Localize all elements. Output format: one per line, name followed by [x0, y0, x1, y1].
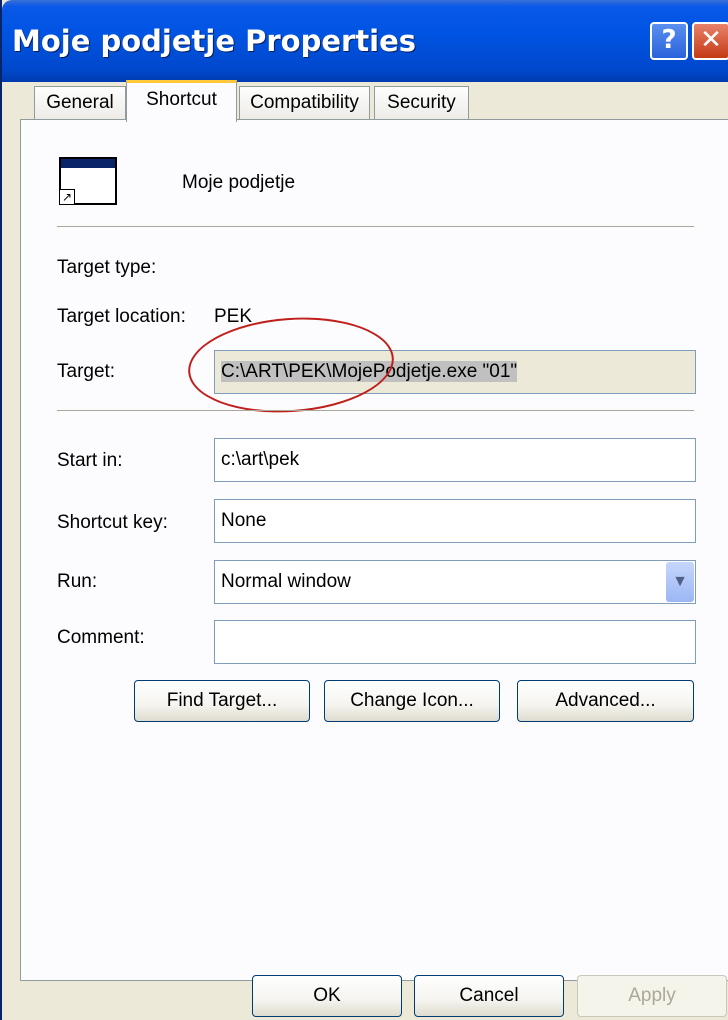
advanced-button[interactable]: Advanced...	[517, 680, 694, 722]
shortcut-tab-panel	[20, 119, 728, 981]
tab-compatibility[interactable]: Compatibility	[239, 86, 370, 120]
run-selected-value: Normal window	[221, 571, 351, 592]
comment-label: Comment:	[57, 627, 145, 648]
cancel-button[interactable]: Cancel	[414, 975, 564, 1017]
separator	[57, 226, 694, 230]
change-icon-button[interactable]: Change Icon...	[324, 680, 500, 722]
apply-button[interactable]: Apply	[577, 975, 727, 1017]
comment-field[interactable]	[214, 620, 696, 664]
separator	[57, 410, 694, 414]
target-label: Target:	[57, 361, 116, 382]
shortcut-name: Moje podjetje	[182, 172, 296, 193]
tab-shortcut[interactable]: Shortcut	[126, 80, 237, 122]
chevron-down-icon[interactable]: ▼	[666, 562, 694, 602]
target-type-label: Target type:	[57, 257, 157, 278]
ok-button[interactable]: OK	[252, 975, 402, 1017]
title-bar[interactable]: Moje podjetje Properties ? ✕	[2, 0, 728, 82]
run-select[interactable]: Normal window ▼	[214, 560, 696, 604]
start-in-field[interactable]: c:\art\pek	[214, 438, 696, 482]
shortcut-key-field[interactable]: None	[214, 499, 696, 543]
application-window-icon: ↗	[59, 157, 117, 205]
shortcut-arrow-icon: ↗	[59, 189, 75, 205]
close-button[interactable]: ✕	[692, 22, 728, 60]
target-location-label: Target location:	[57, 306, 186, 327]
find-target-button[interactable]: Find Target...	[134, 680, 310, 722]
start-in-label: Start in:	[57, 450, 123, 471]
tab-general[interactable]: General	[34, 86, 126, 120]
window-title: Moje podjetje Properties	[12, 24, 417, 58]
properties-dialog: Moje podjetje Properties ? ✕ General Sho…	[0, 0, 728, 1020]
tab-security[interactable]: Security	[374, 86, 469, 120]
help-button[interactable]: ?	[650, 22, 688, 60]
shortcut-key-label: Shortcut key:	[57, 512, 168, 533]
run-label: Run:	[57, 571, 98, 592]
